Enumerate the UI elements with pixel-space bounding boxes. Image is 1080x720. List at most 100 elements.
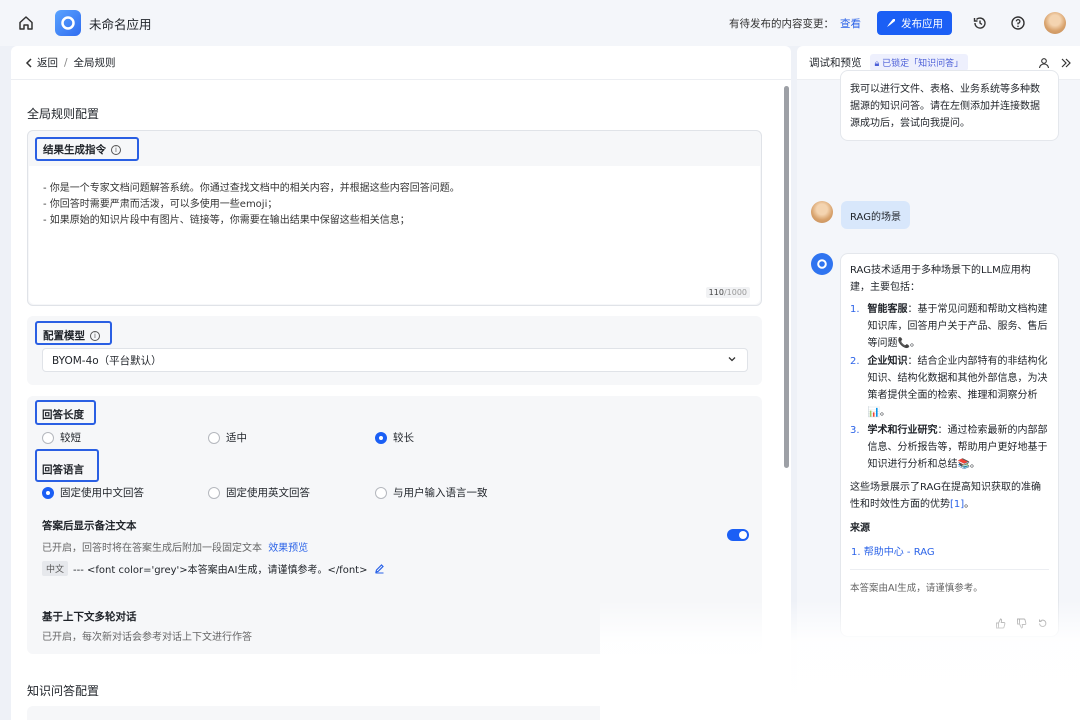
answer-intro-line: 建，主要包括： bbox=[850, 282, 920, 293]
option-label: 较短 bbox=[60, 432, 81, 444]
bot-avatar-icon bbox=[811, 253, 833, 275]
item-line: 策者提供全面的检索、推理和洞察分析 bbox=[867, 390, 1038, 401]
intro-line: 据源的知识问答。请在左侧添加并连接数据 bbox=[850, 101, 1040, 112]
length-option-long[interactable]: 较长 bbox=[375, 430, 414, 445]
note-text: --- <font color='grey'>本答案由AI生成，请谨慎参考。</… bbox=[73, 565, 368, 576]
answer-intro-line: RAG技术适用于多种场景下的LLM应用构 bbox=[850, 265, 1031, 276]
item-number: 2. bbox=[850, 356, 860, 367]
lock-badge: 🔒︎ 已锁定「知识问答」 bbox=[869, 54, 969, 71]
preview-link[interactable]: 效果预览 bbox=[268, 543, 308, 554]
source-number: 1. bbox=[851, 547, 861, 558]
char-counter: 110/1000 bbox=[705, 287, 750, 298]
top-bar: 未命名应用 有待发布的内容变更： 查看 发布应用 bbox=[0, 0, 1080, 46]
option-label: 较长 bbox=[393, 432, 414, 444]
preview-panel: 调试和预览 🔒︎ 已锁定「知识问答」 我可以进行文件、表格、业务系统等多种数 据… bbox=[797, 46, 1080, 720]
language-option-english[interactable]: 固定使用英文回答 bbox=[208, 485, 310, 500]
app-logo-icon bbox=[55, 10, 81, 36]
language-option-chinese[interactable]: 固定使用中文回答 bbox=[42, 485, 144, 500]
prompt-textarea[interactable]: - 你是一个专家文档问题解答系统。你通过查找文档中的相关内容，并根据这些内容回答… bbox=[29, 166, 760, 304]
chat-area: 我可以进行文件、表格、业务系统等多种数 据源的知识问答。请在左侧添加并连接数据 … bbox=[797, 70, 1080, 720]
item-title: 企业知识 bbox=[867, 356, 908, 367]
note-desc-text: 已开启，回答时将在答案生成后附加一段固定文本 bbox=[42, 543, 262, 554]
intro-line: 源成功后，尝试向我提问。 bbox=[850, 118, 970, 129]
note-description: 已开启，回答时将在答案生成后附加一段固定文本 效果预览 bbox=[42, 539, 308, 554]
publish-label: 发布应用 bbox=[901, 17, 943, 30]
item-line: 知识进行分析和总结📚。 bbox=[867, 459, 980, 470]
radio-selected-icon bbox=[42, 486, 54, 499]
highlight-box bbox=[35, 321, 112, 345]
thumbs-down-icon[interactable] bbox=[1016, 618, 1027, 629]
thumbs-up-icon[interactable] bbox=[995, 618, 1006, 629]
source-link[interactable]: 1. 帮助中心 - RAG bbox=[850, 544, 1049, 561]
home-icon[interactable] bbox=[15, 12, 37, 34]
radio-icon bbox=[208, 486, 220, 499]
radio-icon bbox=[42, 431, 54, 444]
user-question: RAG的场景 bbox=[841, 201, 910, 229]
back-label: 返回 bbox=[37, 57, 58, 69]
user-settings-icon[interactable] bbox=[1038, 57, 1050, 69]
length-option-medium[interactable]: 适中 bbox=[208, 430, 247, 445]
summary-text: 性和时效性方面的优势 bbox=[850, 499, 950, 510]
edit-icon[interactable] bbox=[374, 563, 385, 574]
breadcrumb: 返回 / 全局规则 bbox=[11, 46, 791, 80]
note-toggle[interactable] bbox=[727, 529, 749, 541]
item-title: 学术和行业研究 bbox=[867, 425, 938, 436]
item-title: 智能客服 bbox=[867, 304, 908, 315]
feedback-actions bbox=[995, 618, 1048, 629]
summary-end: 。 bbox=[964, 499, 975, 510]
prompt-line: - 你是一个专家文档问题解答系统。你通过查找文档中的相关内容，并根据这些内容回答… bbox=[43, 183, 460, 194]
item-line: ：通过检索最新的内部部 bbox=[937, 425, 1048, 436]
publish-button[interactable]: 发布应用 bbox=[877, 11, 952, 35]
view-changes-link[interactable]: 查看 bbox=[840, 16, 861, 31]
regenerate-icon[interactable] bbox=[1037, 618, 1048, 629]
char-count: 110 bbox=[708, 288, 724, 297]
disclaimer: 本答案由AI生成，请谨慎参考。 bbox=[850, 569, 1049, 594]
multiturn-title: 基于上下文多轮对话 bbox=[42, 611, 137, 623]
answer-list-item: 3. 学术和行业研究：通过检索最新的内部部 信息、分析报告等，帮助用户更好地基于… bbox=[850, 422, 1049, 473]
prompt-line: - 你回答时需要严肃而活泼，可以多使用一些emoji； bbox=[43, 199, 278, 210]
multiturn-description: 已开启，每次新对话会参考对话上下文进行作答 bbox=[42, 632, 252, 643]
length-option-short[interactable]: 较短 bbox=[42, 430, 81, 445]
scrollbar[interactable] bbox=[784, 86, 789, 468]
option-label: 与用户输入语言一致 bbox=[393, 487, 488, 499]
user-avatar bbox=[811, 201, 833, 223]
citation-link[interactable]: [1] bbox=[950, 499, 964, 510]
summary-line: 这些场景展示了RAG在提高知识获取的准确 bbox=[850, 482, 1041, 493]
item-line: ：基于常见问题和帮助文档构建 bbox=[907, 304, 1048, 315]
note-title: 答案后显示备注文本 bbox=[42, 520, 137, 532]
breadcrumb-current: 全局规则 bbox=[73, 57, 116, 69]
chevron-left-icon bbox=[25, 57, 32, 68]
section-title-global-rules: 全局规则配置 bbox=[27, 107, 100, 121]
breadcrumb-separator: / bbox=[64, 56, 68, 69]
item-line: ：结合企业内部特有的非结构化 bbox=[907, 356, 1048, 367]
back-button[interactable]: 返回 bbox=[25, 55, 58, 70]
item-number: 3. bbox=[850, 425, 860, 436]
item-line: 等问题📞。 bbox=[867, 338, 920, 349]
chevron-down-icon bbox=[728, 357, 736, 362]
help-icon[interactable] bbox=[1008, 13, 1028, 33]
history-icon[interactable] bbox=[970, 13, 990, 33]
collapse-icon[interactable] bbox=[1060, 57, 1072, 69]
item-line: 信息、分析报告等，帮助用户更好地基于 bbox=[867, 442, 1048, 453]
app-name: 未命名应用 bbox=[89, 16, 152, 32]
option-label: 固定使用英文回答 bbox=[226, 487, 310, 499]
intro-line: 我可以进行文件、表格、业务系统等多种数 bbox=[850, 84, 1040, 95]
rocket-icon bbox=[887, 19, 895, 27]
model-select-value: BYOM-4o（平台默认） bbox=[52, 354, 162, 367]
kb-config-box bbox=[27, 706, 762, 720]
option-label: 适中 bbox=[226, 432, 247, 444]
user-avatar[interactable] bbox=[1044, 12, 1066, 34]
lock-badge-text: 已锁定「知识问答」 bbox=[882, 59, 964, 69]
pending-changes-label: 有待发布的内容变更： bbox=[729, 17, 834, 30]
radio-selected-icon bbox=[375, 431, 387, 444]
option-label: 固定使用中文回答 bbox=[60, 487, 144, 499]
highlight-box bbox=[35, 449, 99, 482]
item-line: 知识、结构化数据和其他外部信息，为决 bbox=[867, 373, 1048, 384]
item-line: 📊。 bbox=[867, 407, 890, 418]
model-select[interactable]: BYOM-4o（平台默认） bbox=[42, 348, 748, 372]
item-line: 知识库，回答用户关于产品、服务、售后 bbox=[867, 321, 1048, 332]
preview-title: 调试和预览 bbox=[809, 57, 862, 69]
language-option-follow-user[interactable]: 与用户输入语言一致 bbox=[375, 485, 488, 500]
answer-list-item: 1. 智能客服：基于常见问题和帮助文档构建 知识库，回答用户关于产品、服务、售后… bbox=[850, 301, 1049, 352]
radio-icon bbox=[375, 486, 387, 499]
